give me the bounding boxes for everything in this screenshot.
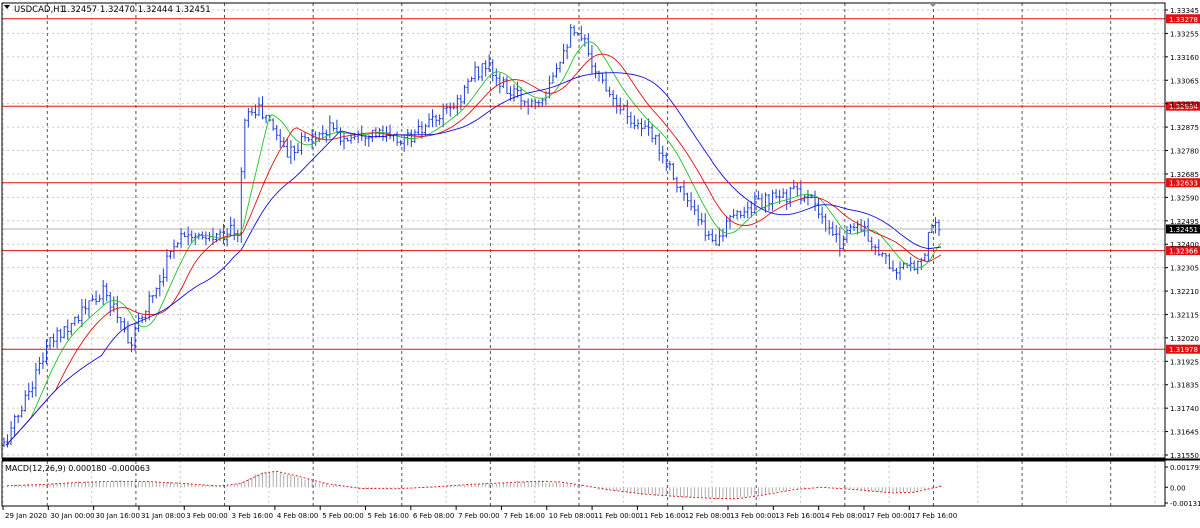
x-tick-label: 13 Feb 16:00 [775, 512, 821, 520]
x-tick-label: 12 Feb 08:00 [685, 512, 731, 520]
x-tick-label: 17 Feb 00:00 [866, 512, 912, 520]
y-tick-label: 1.32305 [1170, 265, 1199, 273]
x-tick-label: 3 Feb 16:00 [232, 512, 273, 520]
x-tick-label: 31 Jan 08:00 [141, 512, 185, 520]
y-tick-label: 1.32780 [1170, 148, 1199, 156]
y-tick-label: 1.32400 [1170, 241, 1199, 249]
x-tick-label: 10 Feb 08:00 [549, 512, 595, 520]
x-tick-label: 11 Feb 00:00 [594, 512, 640, 520]
y-tick-label: 1.33345 [1170, 7, 1199, 15]
y-tick-label: 1.32115 [1170, 311, 1199, 319]
header-ohlc: 1.32457 1.32470 1.32444 1.32451 [62, 5, 211, 15]
x-tick-label: 30 Jan 00:00 [50, 512, 94, 520]
x-tick-label: 13 Feb 00:00 [730, 512, 776, 520]
x-tick-label: 5 Feb 00:00 [322, 512, 363, 520]
x-tick-label: 29 Jan 2020 [5, 512, 47, 520]
macd-y-tick-label: 0.001795 [1170, 464, 1200, 472]
macd-y-tick-label: 0.00 [1170, 484, 1186, 492]
chart-window: 1.33278 1.32934 1.32633 1.32366 1.31978 1.324… [0, 0, 1200, 524]
y-tick-label: 1.31550 [1170, 452, 1199, 460]
x-tick-label: 5 Feb 16:00 [368, 512, 409, 520]
header-symbol: USDCAD,H1 [14, 5, 65, 15]
y-tick-label: 1.33255 [1170, 30, 1199, 38]
level-label: 1.33278 [1169, 16, 1198, 24]
level-label: 1.31978 [1169, 346, 1198, 354]
level-label: 1.32633 [1169, 180, 1198, 188]
y-tick-label: 1.31925 [1170, 358, 1199, 366]
y-tick-label: 1.32970 [1170, 101, 1199, 109]
y-tick-label: 1.32210 [1170, 288, 1199, 296]
x-tick-label: 7 Feb 16:00 [503, 512, 544, 520]
x-tick-label: 7 Feb 00:00 [458, 512, 499, 520]
y-tick-label: 1.32020 [1170, 335, 1199, 343]
y-tick-label: 1.33160 [1170, 54, 1199, 62]
current-price-label: 1.32451 [1169, 226, 1198, 234]
macd-y-tick-label: -0.001311 [1170, 500, 1200, 508]
x-tick-label: 3 Feb 00:00 [186, 512, 227, 520]
y-tick-label: 1.31835 [1170, 382, 1199, 390]
x-tick-label: 14 Feb 08:00 [821, 512, 867, 520]
x-tick-label: 11 Feb 16:00 [639, 512, 685, 520]
chart-svg: 1.332781.329341.326331.323661.319781.324… [0, 0, 1200, 524]
x-tick-label: 30 Jan 16:00 [96, 512, 140, 520]
y-tick-label: 1.32875 [1170, 124, 1199, 132]
y-tick-label: 1.31740 [1170, 405, 1199, 413]
macd-header: MACD(12,26,9) 0.000180 -0.000063 [5, 464, 150, 473]
x-tick-label: 17 Feb 16:00 [911, 512, 957, 520]
y-tick-label: 1.32495 [1170, 218, 1199, 226]
y-tick-label: 1.33065 [1170, 77, 1199, 85]
y-tick-label: 1.31645 [1170, 429, 1199, 437]
chart-header: USDCAD,H1 1.32457 1.32470 1.32444 1.3245… [4, 5, 211, 15]
x-tick-label: 6 Feb 08:00 [413, 512, 454, 520]
x-tick-label: 4 Feb 08:00 [277, 512, 318, 520]
y-tick-label: 1.32685 [1170, 171, 1199, 179]
y-tick-label: 1.32590 [1170, 194, 1199, 202]
